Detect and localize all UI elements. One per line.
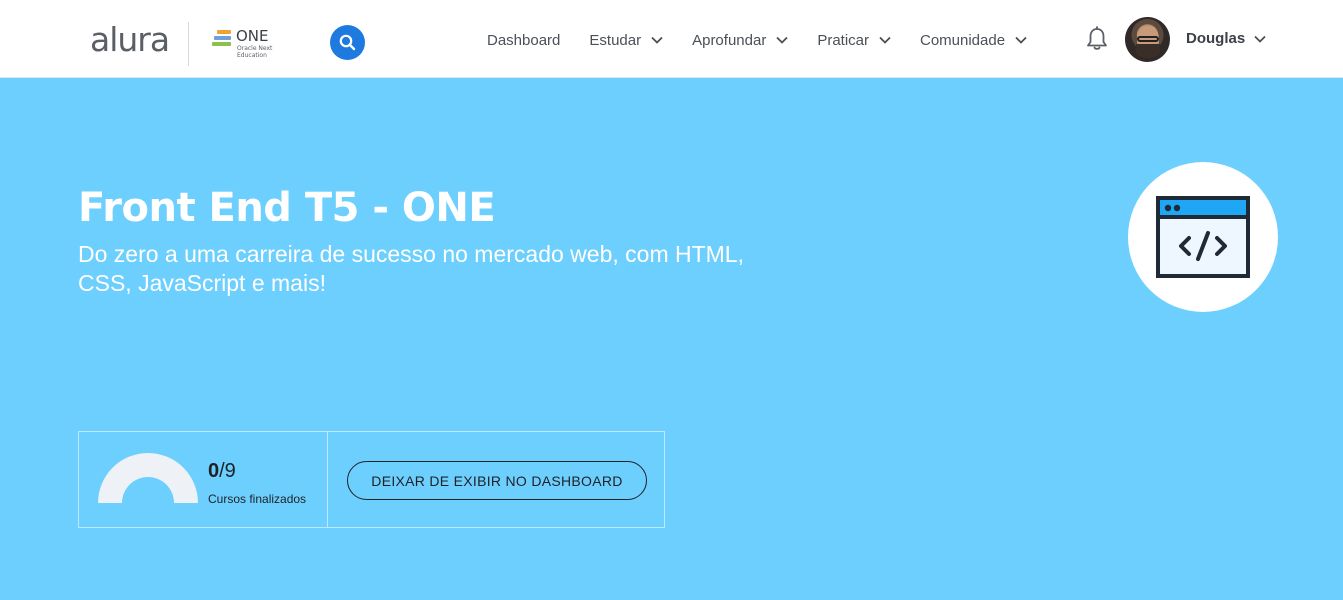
chevron-down-icon[interactable]: [1254, 35, 1266, 43]
page-title: Front End T5 - ONE: [78, 185, 496, 231]
search-icon: [339, 34, 356, 51]
alura-logo[interactable]: alura: [90, 20, 170, 60]
progress-gauge: [98, 453, 198, 503]
one-logo-mark: [212, 30, 231, 48]
search-button[interactable]: [330, 25, 365, 60]
hide-from-dashboard-button[interactable]: DEIXAR DE EXIBIR NO DASHBOARD: [347, 461, 647, 500]
progress-label: Cursos finalizados: [208, 492, 307, 506]
main-nav: Dashboard Estudar Aprofundar Praticar Co…: [487, 29, 1056, 51]
gauge-track: [98, 453, 198, 503]
nav-aprofundar[interactable]: Aprofundar: [692, 32, 788, 49]
progress-card: 0/9 Cursos finalizados DEIXAR DE EXIBIR …: [78, 431, 665, 528]
hero-icon-badge: [1128, 162, 1278, 312]
one-logo-subtitle: Oracle Next Education: [237, 45, 273, 59]
chevron-down-icon: [651, 36, 663, 44]
one-logo-title: ONE: [236, 27, 269, 45]
code-window-icon: [1156, 196, 1250, 278]
one-logo[interactable]: ONE Oracle Next Education: [212, 27, 282, 62]
nav-praticar[interactable]: Praticar: [817, 32, 891, 49]
progress-count: 0/9: [208, 460, 236, 482]
user-name[interactable]: Douglas: [1186, 30, 1245, 47]
nav-comunidade[interactable]: Comunidade: [920, 32, 1027, 49]
chevron-down-icon: [776, 36, 788, 44]
card-divider: [327, 432, 328, 527]
bell-icon[interactable]: [1085, 26, 1109, 52]
top-header: alura ONE Oracle Next Education Dashboar…: [0, 0, 1343, 78]
page-subtitle: Do zero a uma carreira de sucesso no mer…: [78, 241, 744, 296]
logo-divider: [188, 22, 189, 66]
user-avatar[interactable]: [1125, 17, 1170, 62]
nav-estudar[interactable]: Estudar: [589, 32, 663, 49]
chevron-down-icon: [879, 36, 891, 44]
chevron-down-icon: [1015, 36, 1027, 44]
nav-dashboard[interactable]: Dashboard: [487, 32, 560, 49]
